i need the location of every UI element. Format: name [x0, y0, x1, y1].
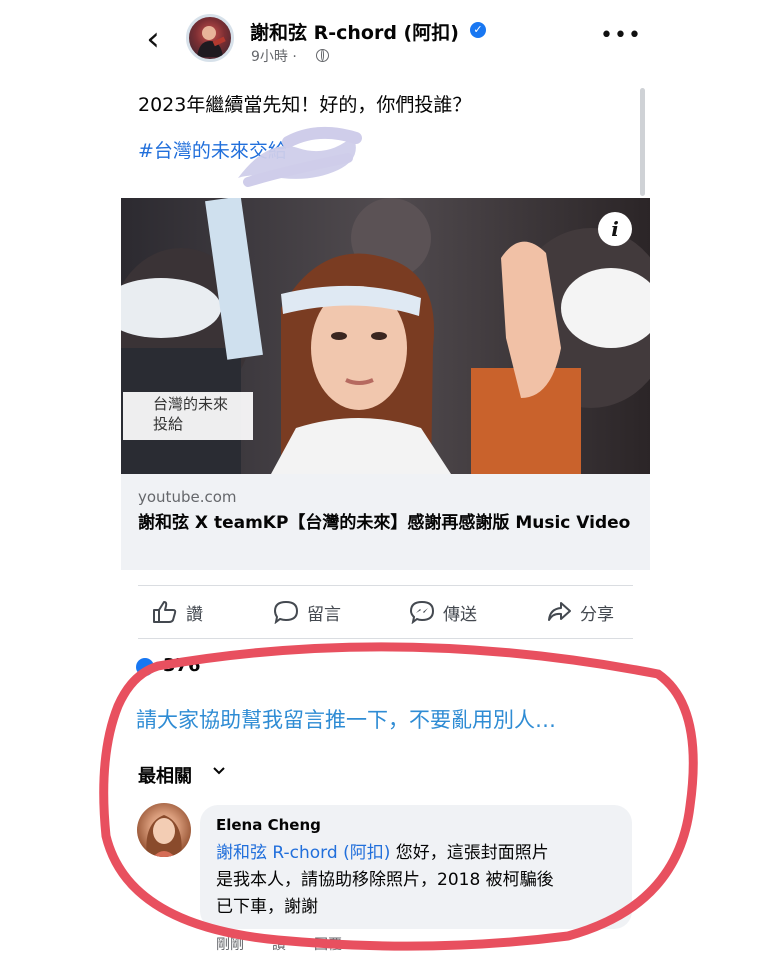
avatar-figure-icon — [197, 26, 226, 57]
comment-line: 謝和弦 R-chord (阿扣) 您好，這張封面照片 — [216, 840, 626, 867]
comment-line: 已下車，謝謝 — [216, 897, 318, 917]
page-name[interactable]: 謝和弦 R-chord (阿扣) — [250, 18, 459, 45]
more-dots-icon[interactable]: ••• — [600, 24, 641, 48]
scrollbar[interactable] — [640, 88, 645, 196]
comment-sort-dropdown[interactable]: 最相關 — [138, 762, 192, 788]
comment-text: 謝和弦 R-chord (阿扣) 您好，這張封面照片 是我本人，請協助移除照片，… — [216, 840, 626, 921]
comment-bubble-icon — [273, 600, 299, 624]
thumbs-up-icon — [153, 601, 177, 623]
messenger-icon — [409, 600, 435, 624]
commenter-avatar-figure — [146, 815, 182, 857]
comment-line: 是我本人，請協助移除照片，2018 被柯騙後 — [216, 870, 554, 890]
page-avatar[interactable] — [186, 14, 234, 62]
like-reaction-icon[interactable] — [136, 658, 154, 676]
post-time[interactable]: 9小時 · — [251, 46, 297, 66]
comment-label: 留言 — [307, 604, 341, 625]
redaction-scribble — [238, 126, 362, 187]
divider — [138, 585, 633, 586]
info-icon[interactable]: i — [598, 212, 632, 246]
like-button[interactable]: 讚 — [152, 597, 203, 627]
comment-line1-text: 您好，這張封面照片 — [390, 843, 549, 863]
comment-mention[interactable]: 謝和弦 R-chord (阿扣) — [216, 843, 390, 863]
comment-author[interactable]: Elena Cheng — [216, 816, 321, 834]
share-button[interactable]: 分享 — [546, 597, 614, 627]
share-label: 分享 — [580, 604, 614, 625]
like-label: 讚 — [186, 604, 203, 625]
send-label: 傳送 — [443, 604, 477, 625]
comment-like-link[interactable]: 讚 — [272, 934, 286, 954]
image-caption: 台灣的未來 投給 — [123, 392, 253, 440]
overlay-request-text: 請大家協助幫我留言推一下，不要亂用別人… — [136, 708, 556, 732]
verified-check-icon: ✓ — [470, 22, 486, 38]
chevron-svg — [213, 767, 225, 775]
send-button[interactable]: 傳送 — [409, 597, 477, 627]
link-domain: youtube.com — [138, 488, 237, 506]
post-text: 2023年繼續當先知！好的，你們投誰？ — [138, 94, 472, 116]
comment-reply-link[interactable]: 回覆 — [314, 934, 342, 954]
commenter-avatar[interactable] — [137, 803, 191, 857]
image-caption-line: 投給 — [153, 415, 184, 433]
image-caption-line: 台灣的未來 — [153, 395, 229, 413]
chevron-down-icon[interactable] — [212, 763, 226, 781]
divider — [138, 638, 633, 639]
comment-button[interactable]: 留言 — [273, 597, 341, 627]
back-arrow-icon[interactable]: ‹ — [138, 22, 168, 58]
share-arrow-icon — [548, 602, 571, 621]
link-title[interactable]: 謝和弦 X teamKP【台灣的未來】感謝再感謝版 Music Video — [138, 510, 633, 537]
comment-time[interactable]: 剛剛 — [216, 934, 244, 954]
reaction-count[interactable]: 376 — [163, 655, 201, 676]
globe-icon — [316, 49, 329, 62]
